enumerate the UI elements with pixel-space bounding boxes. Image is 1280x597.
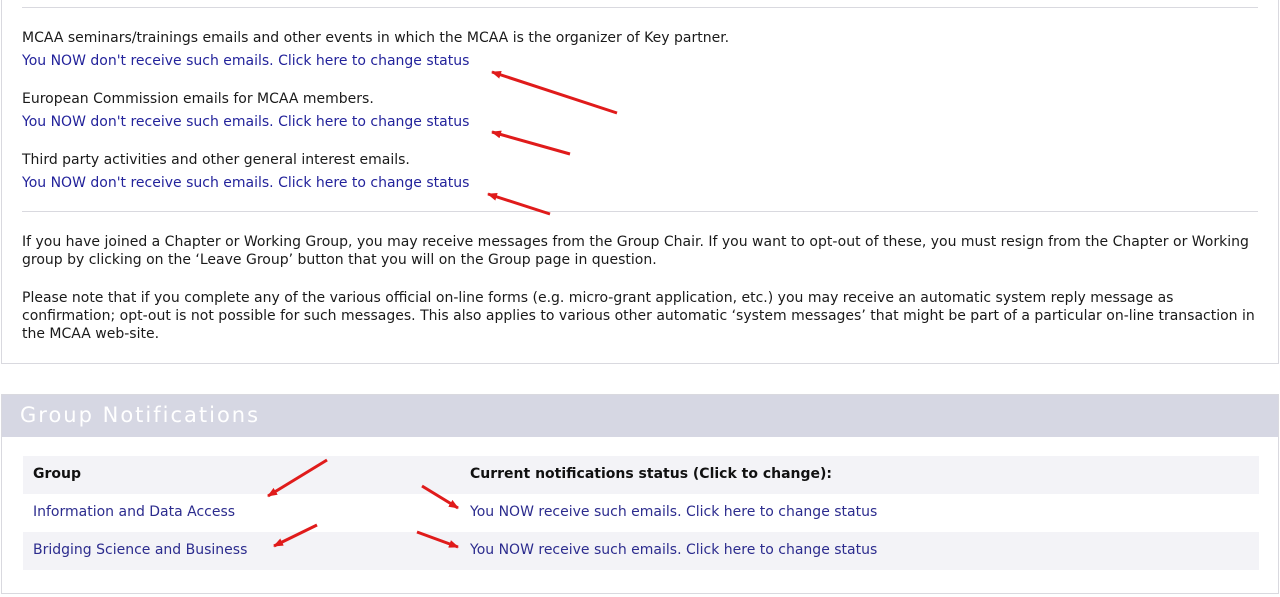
column-header-group: Group — [33, 466, 82, 482]
preference-item: Third party activities and other general… — [22, 152, 469, 192]
table-header-row: Group Current notifications status (Clic… — [23, 456, 1259, 494]
column-header-status: Current notifications status (Click to c… — [470, 466, 833, 482]
change-status-link[interactable]: You NOW don't receive such emails. Click… — [22, 175, 469, 192]
group-link[interactable]: Information and Data Access — [33, 504, 235, 520]
group-link[interactable]: Bridging Science and Business — [33, 542, 247, 558]
divider — [22, 211, 1258, 212]
preference-title: European Commission emails for MCAA memb… — [22, 91, 374, 107]
group-notifications-header: Group Notifications — [2, 395, 1278, 437]
divider — [22, 7, 1258, 8]
preference-title: Third party activities and other general… — [22, 152, 410, 168]
preference-title: MCAA seminars/trainings emails and other… — [22, 30, 730, 46]
info-paragraph-groups: If you have joined a Chapter or Working … — [22, 234, 1249, 268]
preference-item: European Commission emails for MCAA memb… — [22, 91, 469, 131]
change-status-link[interactable]: You NOW don't receive such emails. Click… — [22, 53, 729, 70]
section-title: Group Notifications — [20, 403, 261, 427]
table-row: Information and Data Access You NOW rece… — [23, 494, 1259, 532]
change-status-link[interactable]: You NOW receive such emails. Click here … — [470, 504, 877, 520]
change-status-link[interactable]: You NOW receive such emails. Click here … — [470, 542, 877, 558]
preference-item: MCAA seminars/trainings emails and other… — [22, 30, 729, 70]
change-status-link[interactable]: You NOW don't receive such emails. Click… — [22, 114, 469, 131]
info-paragraph-system-messages: Please note that if you complete any of … — [22, 290, 1255, 342]
table-row: Bridging Science and Business You NOW re… — [23, 532, 1259, 570]
group-notifications-table: Group Current notifications status (Clic… — [23, 456, 1259, 570]
